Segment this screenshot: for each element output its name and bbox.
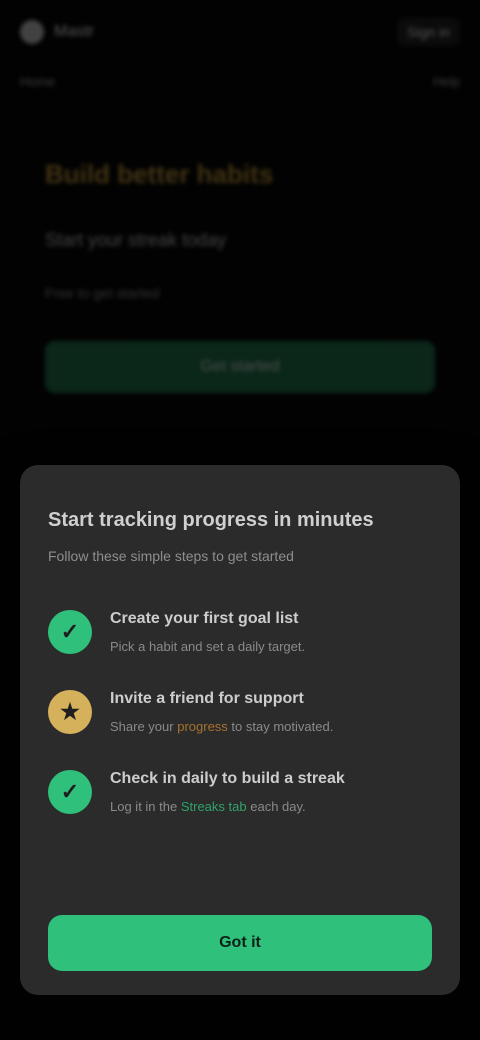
step-desc-highlight[interactable]: Streaks tab: [181, 799, 247, 814]
modal-title: Start tracking progress in minutes: [48, 509, 374, 531]
onboarding-modal: Start tracking progress in minutes Follo…: [20, 465, 460, 995]
step-desc-prefix: Log it in the: [110, 799, 178, 814]
step-title: Invite a friend for support: [110, 690, 304, 707]
check-icon: ✓: [48, 610, 92, 654]
star-icon: ★: [48, 690, 92, 734]
step-item: ✓ Check in daily to build a streak Log i…: [48, 770, 432, 816]
step-desc: Share your progress to stay motivated.: [110, 718, 333, 736]
step-desc: Log it in the Streaks tab each day.: [110, 798, 345, 816]
step-desc-suffix: to stay motivated.: [231, 719, 334, 734]
got-it-label: Got it: [219, 934, 261, 951]
step-item: ★ Invite a friend for support Share your…: [48, 690, 432, 736]
step-desc-suffix: each day.: [250, 799, 306, 814]
modal-subtitle: Follow these simple steps to get started: [48, 548, 294, 564]
steps-list: ✓ Create your first goal list Pick a hab…: [48, 610, 432, 816]
step-title: Create your first goal list: [110, 610, 299, 627]
step-desc-prefix: Share your: [110, 719, 174, 734]
got-it-button[interactable]: Got it: [48, 915, 432, 971]
step-item: ✓ Create your first goal list Pick a hab…: [48, 610, 432, 656]
check-icon: ✓: [48, 770, 92, 814]
step-desc-highlight[interactable]: progress: [177, 719, 228, 734]
step-desc: Pick a habit and set a daily target.: [110, 639, 306, 654]
step-title: Check in daily to build a streak: [110, 770, 345, 787]
